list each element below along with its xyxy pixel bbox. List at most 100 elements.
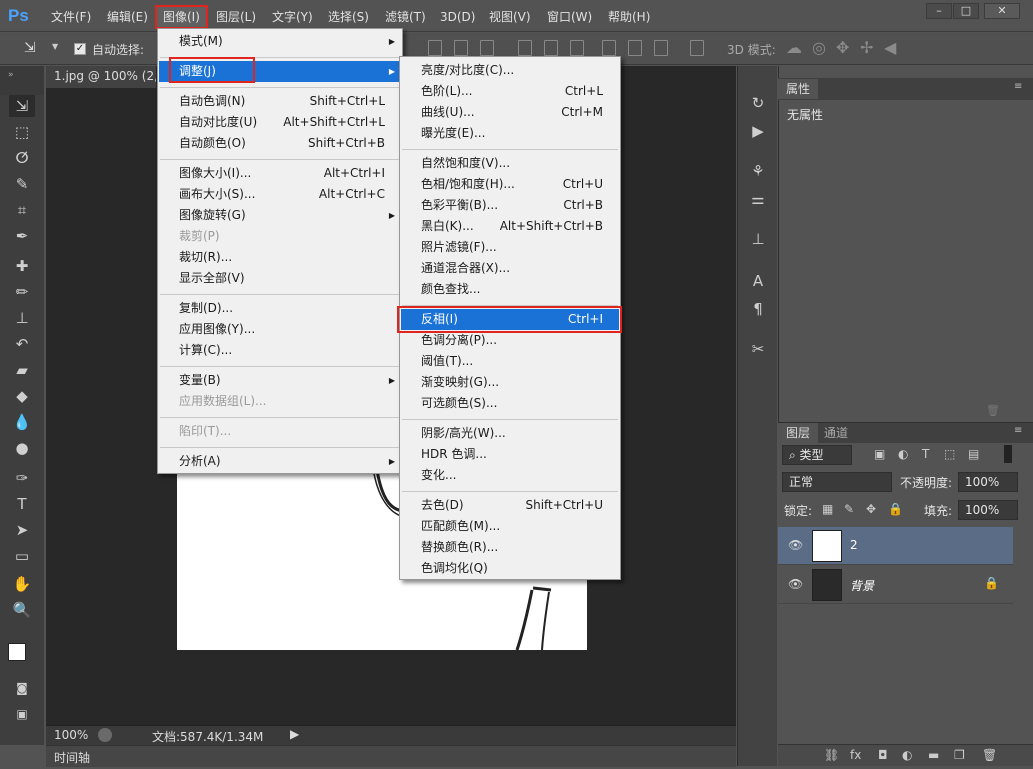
filter-toggle[interactable]: [1004, 445, 1012, 463]
add-mask-icon[interactable]: ◘: [878, 748, 888, 762]
menu-item-10[interactable]: 通道混合器(X)...: [401, 258, 619, 279]
chevron-down-icon[interactable]: ▼: [52, 42, 58, 51]
sliders-icon[interactable]: ⚌: [747, 190, 769, 210]
menu-layer[interactable]: 图层(L): [216, 8, 256, 26]
menu-item-26[interactable]: 色调均化(Q): [401, 558, 619, 579]
distribute-hcenter-icon[interactable]: [628, 40, 642, 56]
paragraph-icon[interactable]: ¶: [747, 300, 769, 320]
auto-align-icon[interactable]: [690, 40, 704, 56]
maximize-button[interactable]: □: [953, 3, 979, 19]
menu-item-8[interactable]: 图像大小(I)... Alt+Ctrl+I: [159, 163, 401, 184]
menu-item-24[interactable]: 分析(A) ▶: [159, 451, 401, 472]
tab-channels[interactable]: 通道: [816, 423, 856, 443]
layer-row[interactable]: 👁 背景 🔒: [778, 566, 1013, 604]
close-window-button[interactable]: ✕: [984, 3, 1020, 19]
distribute-right-icon[interactable]: [654, 40, 668, 56]
menu-item-25[interactable]: 替换颜色(R)...: [401, 537, 619, 558]
menu-item-4[interactable]: 自动色调(N) Shift+Ctrl+L: [159, 91, 401, 112]
fx-icon[interactable]: fx: [850, 748, 861, 762]
dodge-tool-icon[interactable]: ●: [9, 437, 35, 459]
hand-tool-icon[interactable]: ✋: [9, 573, 35, 595]
menu-item-7[interactable]: 色彩平衡(B)... Ctrl+B: [401, 195, 619, 216]
status-arrow-icon[interactable]: ▶: [290, 727, 299, 741]
lasso-tool-icon[interactable]: ⵚ: [9, 147, 35, 169]
quick-mask-icon[interactable]: ◙: [9, 677, 35, 699]
screen-mode-icon[interactable]: ▣: [9, 703, 35, 725]
menu-file[interactable]: 文件(F): [51, 8, 91, 26]
3d-slide-icon[interactable]: ✢: [860, 38, 873, 57]
menu-select[interactable]: 选择(S): [328, 8, 369, 26]
menu-item-1[interactable]: 色阶(L)... Ctrl+L: [401, 81, 619, 102]
blend-mode-dropdown[interactable]: 正常: [782, 472, 892, 492]
healing-brush-tool-icon[interactable]: ✚: [9, 255, 35, 277]
auto-select-checkbox[interactable]: ✓: [74, 43, 86, 55]
filter-kind-dropdown[interactable]: ⌕ 类型: [782, 445, 852, 465]
layer-name[interactable]: 背景: [850, 577, 874, 594]
menu-item-3[interactable]: 曝光度(E)...: [401, 123, 619, 144]
menu-item-14[interactable]: 色调分离(P)...: [401, 330, 619, 351]
menu-item-19[interactable]: 阴影/高光(W)...: [401, 423, 619, 444]
history-icon[interactable]: ↻: [747, 94, 769, 114]
3d-roll-icon[interactable]: ◎: [812, 38, 826, 57]
zoom-level[interactable]: 100%: [54, 728, 88, 742]
menu-item-5[interactable]: 自然饱和度(V)...: [401, 153, 619, 174]
eraser-tool-icon[interactable]: ▰: [9, 359, 35, 381]
menu-item-19[interactable]: 变量(B) ▶: [159, 370, 401, 391]
layer-name[interactable]: 2: [850, 538, 858, 552]
menu-item-10[interactable]: 图像旋转(G) ▶: [159, 205, 401, 226]
menu-item-8[interactable]: 黑白(K)... Alt+Shift+Ctrl+B: [401, 216, 619, 237]
align-center-icon[interactable]: [454, 40, 468, 56]
lock-position-icon[interactable]: ✥: [866, 502, 876, 516]
brush-preset-icon[interactable]: ⚘: [747, 162, 769, 182]
path-select-tool-icon[interactable]: ➤: [9, 519, 35, 541]
blur-tool-icon[interactable]: 💧: [9, 411, 35, 433]
menu-edit[interactable]: 编辑(E): [107, 8, 148, 26]
menu-item-9[interactable]: 照片滤镜(F)...: [401, 237, 619, 258]
filter-type-icon[interactable]: T: [922, 447, 929, 461]
menu-item-13[interactable]: 显示全部(V): [159, 268, 401, 289]
delete-layer-icon[interactable]: 🗑: [982, 748, 997, 762]
menu-window[interactable]: 窗口(W): [547, 8, 592, 26]
menu-item-5[interactable]: 自动对比度(U) Alt+Shift+Ctrl+L: [159, 112, 401, 133]
play-action-icon[interactable]: ▶: [747, 122, 769, 142]
menu-item-6[interactable]: 自动颜色(O) Shift+Ctrl+B: [159, 133, 401, 154]
distribute-top-icon[interactable]: [518, 40, 532, 56]
panel-menu-icon[interactable]: ≡: [1014, 81, 1022, 92]
menu-item-0[interactable]: 亮度/对比度(C)...: [401, 60, 619, 81]
menu-image[interactable]: 图像(I): [155, 5, 208, 29]
adjustment-layer-icon[interactable]: ◐: [902, 748, 912, 762]
menu-item-2[interactable]: 曲线(U)... Ctrl+M: [401, 102, 619, 123]
menu-filter[interactable]: 滤镜(T): [385, 8, 426, 26]
menu-item-12[interactable]: 裁切(R)...: [159, 247, 401, 268]
visibility-eye-icon[interactable]: 👁: [788, 577, 803, 591]
menu-item-11[interactable]: 颜色查找...: [401, 279, 619, 300]
3d-drag-icon[interactable]: ✥: [836, 38, 849, 57]
link-layers-icon[interactable]: ⛓: [824, 748, 839, 762]
share-icon[interactable]: [98, 728, 112, 742]
zoom-tool-icon[interactable]: 🔍: [9, 599, 35, 621]
move-tool-icon[interactable]: ⇲: [24, 40, 36, 56]
tools-icon[interactable]: ✂: [747, 340, 769, 360]
fill-field[interactable]: 100%: [958, 500, 1018, 520]
menu-view[interactable]: 视图(V): [489, 8, 531, 26]
toolbar-collapse-icon[interactable]: »: [0, 66, 44, 95]
trash-icon[interactable]: 🗑: [986, 404, 1000, 417]
menu-3d[interactable]: 3D(D): [440, 8, 475, 26]
menu-item-20[interactable]: HDR 色调...: [401, 444, 619, 465]
layers-menu-icon[interactable]: ≡: [1014, 425, 1022, 436]
menu-help[interactable]: 帮助(H): [608, 8, 650, 26]
lock-transparent-icon[interactable]: ▦: [822, 502, 833, 516]
character-icon[interactable]: A: [747, 272, 769, 292]
history-brush-tool-icon[interactable]: ↶: [9, 333, 35, 355]
tab-layers[interactable]: 图层: [778, 423, 819, 443]
brush-tool-icon[interactable]: ✏: [9, 281, 35, 303]
minimize-button[interactable]: –: [926, 3, 952, 19]
lock-all-icon[interactable]: 🔒: [888, 502, 903, 516]
lock-paint-icon[interactable]: ✎: [844, 502, 854, 516]
menu-type[interactable]: 文字(Y): [272, 8, 313, 26]
distribute-bottom-icon[interactable]: [570, 40, 584, 56]
timeline-label[interactable]: 时间轴: [54, 749, 90, 766]
menu-item-21[interactable]: 变化...: [401, 465, 619, 486]
align-left-icon[interactable]: [428, 40, 442, 56]
clone-source-icon[interactable]: ⊥: [747, 230, 769, 250]
